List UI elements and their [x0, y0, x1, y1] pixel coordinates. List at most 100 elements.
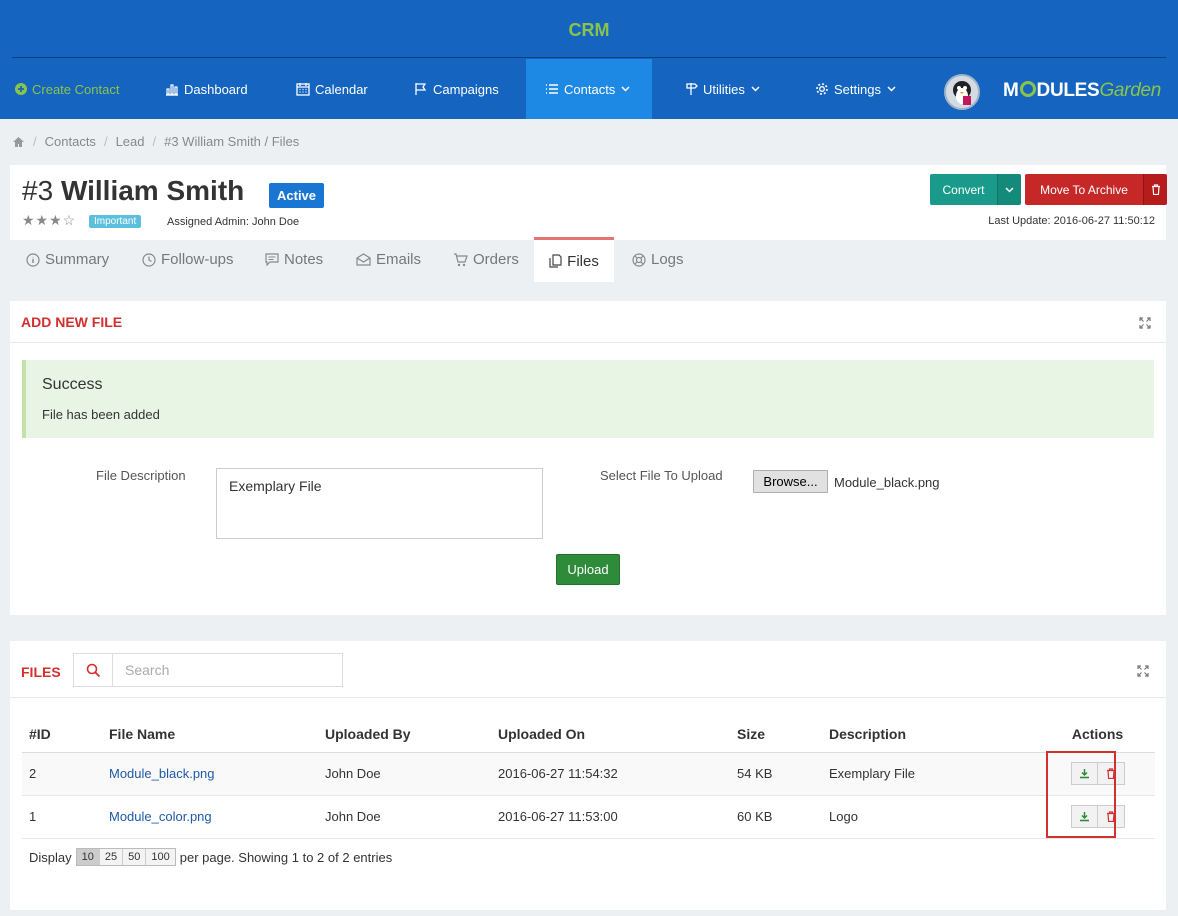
breadcrumb-contacts[interactable]: Contacts — [45, 134, 96, 149]
column-header[interactable]: Uploaded On — [491, 716, 730, 753]
breadcrumb: / Contacts / Lead / #3 William Smith / F… — [12, 134, 299, 149]
home-icon[interactable] — [12, 136, 25, 148]
nav-utilities-label: Utilities — [703, 81, 745, 97]
column-header[interactable]: Description — [822, 716, 1040, 753]
header-divider — [12, 57, 1166, 58]
last-update: Last Update: 2016-06-27 11:50:12 — [988, 215, 1155, 227]
cell-uploaded-by: John Doe — [318, 752, 491, 796]
chevron-down-icon — [1005, 186, 1014, 193]
pagination: Display 10 25 50 100 per page. Showing 1… — [29, 848, 392, 866]
alert-text: File has been added — [42, 407, 160, 422]
column-header[interactable]: Size — [730, 716, 822, 753]
browse-button[interactable]: Browse... — [753, 470, 828, 493]
success-alert: Success File has been added — [22, 360, 1154, 438]
tab-logs[interactable]: Logs — [632, 237, 684, 282]
cell-uploaded-by: John Doe — [318, 795, 491, 839]
chevron-down-icon — [887, 86, 896, 92]
page-size-option[interactable]: 25 — [100, 849, 124, 865]
create-contact-label: Create Contact — [32, 81, 120, 97]
table-header-row: #ID File Name Uploaded By Uploaded On Si… — [22, 716, 1155, 753]
chevron-down-icon — [621, 86, 630, 92]
create-contact-link[interactable]: Create Contact — [15, 59, 119, 119]
clock-icon — [142, 252, 156, 267]
tab-follow-ups[interactable]: Follow-ups — [142, 237, 234, 282]
cell-size: 60 KB — [730, 795, 822, 839]
pager-summary: per page. Showing 1 to 2 of 2 entries — [179, 849, 393, 865]
column-header[interactable]: #ID — [22, 716, 102, 753]
add-file-title: ADD NEW FILE — [21, 314, 123, 330]
comment-icon — [265, 253, 279, 266]
contact-name: William Smith — [60, 175, 245, 206]
signpost-icon — [686, 83, 698, 95]
logo-ring — [1019, 81, 1036, 97]
app-title: CRM — [568, 20, 610, 40]
nav-campaigns[interactable]: Campaigns — [414, 59, 499, 119]
alert-title: Success — [42, 376, 103, 393]
gear-icon — [816, 83, 828, 95]
page-size-option[interactable]: 50 — [123, 849, 147, 865]
envelope-open-icon — [356, 253, 371, 266]
select-file-label: Select File To Upload — [600, 468, 723, 483]
cell-id: 2 — [22, 752, 102, 796]
tab-files[interactable]: Files — [534, 237, 614, 282]
calendar-icon — [296, 83, 310, 96]
page-size-option[interactable]: 100 — [146, 849, 174, 865]
file-description-label: File Description — [96, 468, 186, 483]
contact-header-card: #3 William Smith Active ★★★☆ Important A… — [10, 165, 1167, 240]
cell-description: Exemplary File — [822, 752, 1040, 796]
upload-button[interactable]: Upload — [556, 554, 620, 585]
nav-settings[interactable]: Settings — [815, 59, 901, 119]
tab-emails[interactable]: Emails — [356, 237, 421, 282]
nav-utilities[interactable]: Utilities — [684, 59, 765, 119]
search-button[interactable] — [74, 654, 113, 686]
priority-badge: Important — [89, 215, 142, 228]
move-to-archive-button[interactable]: Move To Archive — [1025, 174, 1143, 205]
breadcrumb-lead[interactable]: Lead — [116, 134, 145, 149]
expand-icon[interactable] — [1139, 317, 1151, 329]
status-badge: Active — [269, 183, 325, 208]
lifebuoy-icon — [632, 252, 646, 267]
tab-notes[interactable]: Notes — [265, 237, 323, 282]
expand-icon[interactable] — [1137, 665, 1149, 677]
nav-contacts[interactable]: Contacts — [526, 59, 652, 119]
app-header: CRM Create Contact Dashboard Calendar Ca… — [0, 0, 1178, 119]
selected-file-name: Module_black.png — [834, 475, 940, 490]
table-row: 1 Module_color.png John Doe 2016-06-27 1… — [22, 795, 1155, 839]
file-name-link[interactable]: Module_black.png — [109, 766, 215, 781]
page-size-option[interactable]: 10 — [76, 849, 100, 865]
info-circle-icon — [26, 252, 40, 267]
column-header[interactable]: Uploaded By — [318, 716, 491, 753]
tab-summary[interactable]: Summary — [26, 237, 109, 282]
add-new-file-panel: ADD NEW FILE Success File has been added… — [10, 301, 1166, 615]
main-nav: Create Contact Dashboard Calendar Campai… — [0, 59, 1178, 119]
user-avatar[interactable] — [944, 74, 980, 110]
nav-dashboard[interactable]: Dashboard — [165, 59, 248, 119]
file-name-link[interactable]: Module_color.png — [109, 809, 212, 824]
cell-size: 54 KB — [730, 752, 822, 796]
trash-icon — [1151, 184, 1160, 195]
pager-display-label: Display — [29, 849, 72, 865]
files-search — [73, 653, 343, 687]
nav-calendar[interactable]: Calendar — [296, 59, 368, 119]
table-row: 2 Module_black.png John Doe 2016-06-27 1… — [22, 752, 1155, 796]
assigned-admin: Assigned Admin: John Doe — [167, 216, 300, 228]
flag-icon — [415, 83, 427, 95]
files-icon — [549, 254, 562, 268]
search-input[interactable] — [113, 654, 342, 686]
list-icon — [546, 84, 558, 94]
chevron-down-icon — [751, 86, 760, 92]
convert-dropdown-toggle[interactable] — [997, 174, 1021, 205]
bar-chart-icon — [166, 83, 178, 96]
file-description-input[interactable]: Exemplary File — [216, 468, 543, 539]
column-header[interactable]: File Name — [102, 716, 318, 753]
breadcrumb-current: #3 William Smith / Files — [164, 134, 300, 149]
search-icon — [86, 663, 100, 677]
rating-stars[interactable]: ★★★☆ — [22, 212, 76, 229]
nav-settings-label: Settings — [834, 81, 881, 97]
files-title: FILES — [21, 664, 61, 680]
nav-campaigns-label: Campaigns — [433, 81, 499, 97]
delete-contact-button[interactable] — [1143, 174, 1167, 205]
convert-button[interactable]: Convert — [930, 174, 997, 205]
actions-highlight — [1046, 751, 1116, 838]
tab-orders[interactable]: Orders — [453, 237, 519, 282]
